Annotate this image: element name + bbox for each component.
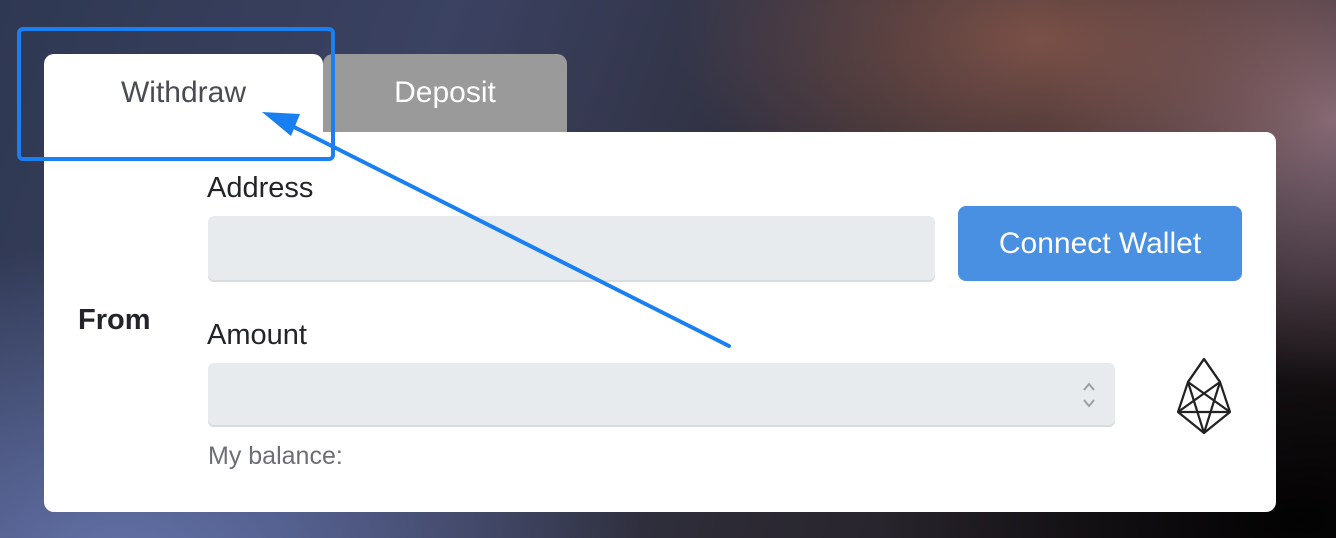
annotation-arrow — [262, 112, 731, 348]
